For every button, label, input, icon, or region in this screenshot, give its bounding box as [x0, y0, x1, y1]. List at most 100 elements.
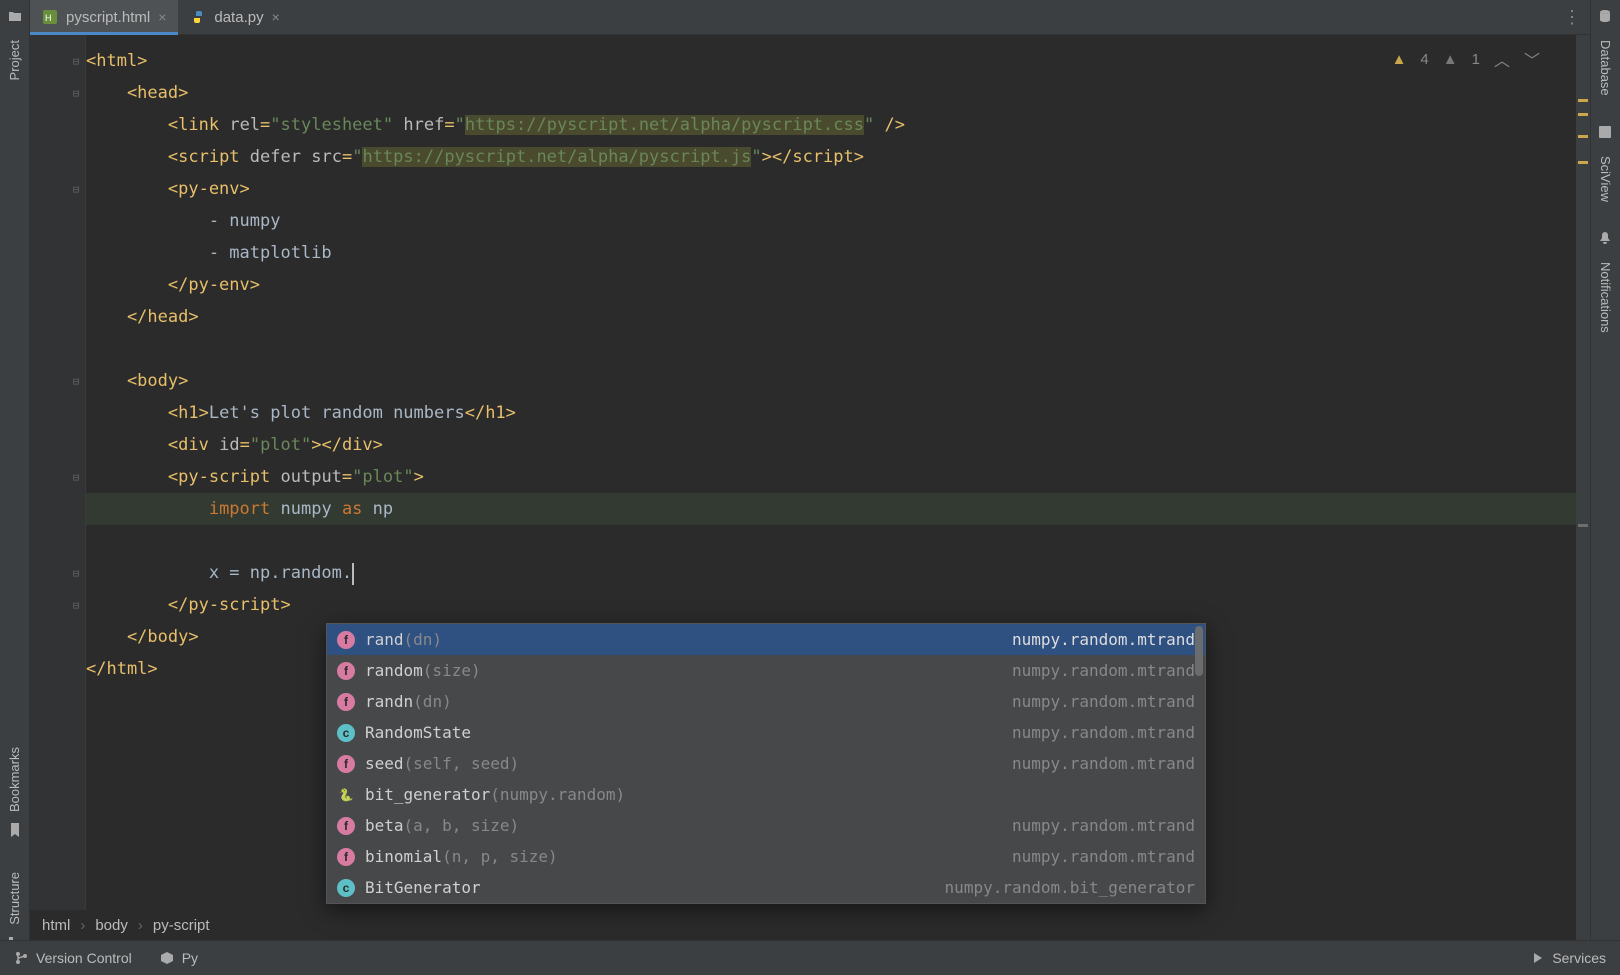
fold-toggle-icon[interactable]: ⊟	[70, 599, 82, 611]
code-line[interactable]: <py-env>	[86, 173, 1590, 205]
completion-kind-icon: f	[337, 848, 355, 866]
completion-params: (n, p, size)	[442, 847, 558, 866]
warning-marker[interactable]	[1578, 161, 1588, 164]
code-line[interactable]: x = np.random.	[86, 557, 1590, 589]
completion-item[interactable]: frandom(size) numpy.random.mtrand	[327, 655, 1205, 686]
fold-toggle-icon[interactable]: ⊟	[70, 87, 82, 99]
breadcrumbs[interactable]: html › body › py-script	[30, 910, 210, 940]
chevron-right-icon: ›	[138, 917, 143, 934]
completion-item[interactable]: frandn(dn)numpy.random.mtrand	[327, 686, 1205, 717]
html-file-icon: H	[42, 9, 58, 25]
completion-item[interactable]: cRandomStatenumpy.random.mtrand	[327, 717, 1205, 748]
completion-name: BitGenerator	[365, 878, 481, 897]
completion-hint: numpy.random.bit_generator	[945, 878, 1195, 897]
prev-highlight-icon[interactable]: ︿	[1494, 47, 1510, 71]
inspection-widget[interactable]: ▲ 4 ▲ 1 ︿ ﹀	[1392, 47, 1540, 71]
tab-pyscript-html[interactable]: H pyscript.html ×	[30, 0, 178, 34]
code-line[interactable]: <py-script output="plot">	[86, 461, 1590, 493]
code-line[interactable]: <body>	[86, 365, 1590, 397]
completion-params: (dn)	[413, 692, 452, 711]
python-file-icon	[190, 9, 206, 25]
code-line[interactable]: - matplotlib	[86, 237, 1590, 269]
code-line[interactable]: <link rel="stylesheet" href="https://pys…	[86, 109, 1590, 141]
fold-toggle-icon[interactable]: ⊟	[70, 55, 82, 67]
database-label: Database	[1598, 40, 1613, 96]
fold-toggle-icon[interactable]: ⊟	[70, 375, 82, 387]
completion-item[interactable]: frand(dn)numpy.random.mtrand	[327, 624, 1205, 655]
chevron-right-icon: ›	[80, 917, 85, 934]
code-line[interactable]: - numpy	[86, 205, 1590, 237]
python-packages-label: Py	[182, 950, 198, 966]
left-tool-rail: Project Bookmarks Structure	[0, 0, 30, 975]
fold-toggle-icon[interactable]: ⊟	[70, 183, 82, 195]
completion-kind-icon: 🐍	[337, 786, 355, 804]
code-line[interactable]: </py-script>	[86, 589, 1590, 621]
completion-name: rand	[365, 630, 404, 649]
completion-name: randn	[365, 692, 413, 711]
warning-count: 4	[1420, 51, 1428, 68]
notifications-label: Notifications	[1598, 262, 1613, 333]
code-line[interactable]: <head>	[86, 77, 1590, 109]
editor-scrollbar[interactable]	[1576, 35, 1590, 940]
fold-toggle-icon[interactable]: ⊟	[70, 471, 82, 483]
completion-item[interactable]: fbeta(a, b, size)numpy.random.mtrand	[327, 810, 1205, 841]
completion-hint: numpy.random.mtrand	[1012, 630, 1195, 649]
completion-kind-icon: c	[337, 724, 355, 742]
completion-kind-icon: f	[337, 662, 355, 680]
version-control-button[interactable]: Version Control	[14, 950, 132, 966]
warning-icon: ▲	[1392, 51, 1407, 68]
completion-hint: numpy.random.mtrand	[1012, 816, 1195, 835]
close-icon[interactable]: ×	[158, 9, 166, 25]
svg-text:H: H	[45, 13, 52, 23]
completion-item[interactable]: 🐍bit_generator (numpy.random)	[327, 779, 1205, 810]
code-line[interactable]: </py-env>	[86, 269, 1590, 301]
cursor-marker	[1578, 524, 1588, 527]
version-control-label: Version Control	[36, 950, 132, 966]
completion-name: random	[365, 661, 423, 680]
project-tool[interactable]: Project	[7, 8, 23, 90]
crumb[interactable]: py-script	[153, 917, 210, 934]
tabs-menu-icon[interactable]: ⋮	[1563, 7, 1582, 28]
completion-params: (self, seed)	[404, 754, 520, 773]
warning-marker[interactable]	[1578, 135, 1588, 138]
code-line[interactable]: <html>	[86, 45, 1590, 77]
completion-hint: numpy.random.mtrand	[1012, 661, 1195, 680]
notifications-tool[interactable]: Notifications	[1598, 230, 1614, 343]
tab-label: data.py	[214, 9, 263, 26]
completion-kind-icon: c	[337, 879, 355, 897]
sciview-tool[interactable]: SciView	[1598, 124, 1614, 212]
bookmark-icon	[7, 822, 23, 838]
right-tool-rail: Database SciView Notifications	[1590, 0, 1620, 975]
code-line[interactable]	[86, 525, 1590, 557]
warning-marker[interactable]	[1578, 113, 1588, 116]
code-line[interactable]: <h1>Let's plot random numbers</h1>	[86, 397, 1590, 429]
completion-kind-icon: f	[337, 693, 355, 711]
project-label: Project	[7, 40, 22, 80]
weak-warning-count: 1	[1472, 51, 1480, 68]
database-tool[interactable]: Database	[1598, 8, 1614, 106]
crumb[interactable]: body	[95, 917, 128, 934]
warning-marker[interactable]	[1578, 99, 1588, 102]
code-line[interactable]: <div id="plot"></div>	[86, 429, 1590, 461]
code-line[interactable]: import numpy as np	[86, 493, 1590, 525]
code-completion-popup[interactable]: frand(dn)numpy.random.mtrandfrandom(size…	[326, 623, 1206, 904]
code-line[interactable]	[86, 333, 1590, 365]
python-packages-button[interactable]: Py	[160, 950, 198, 966]
tab-label: pyscript.html	[66, 9, 150, 26]
completion-item[interactable]: fbinomial(n, p, size)numpy.random.mtrand	[327, 841, 1205, 872]
completion-item[interactable]: c BitGenerator numpy.random.bit_generator	[327, 872, 1205, 903]
tab-data-py[interactable]: data.py ×	[178, 0, 291, 34]
completion-params: (size)	[423, 661, 481, 680]
fold-toggle-icon[interactable]: ⊟	[70, 567, 82, 579]
completion-name: binomial	[365, 847, 442, 866]
code-line[interactable]: <script defer src="https://pyscript.net/…	[86, 141, 1590, 173]
completion-scrollbar[interactable]	[1195, 626, 1203, 676]
completion-item[interactable]: fseed(self, seed)numpy.random.mtrand	[327, 748, 1205, 779]
code-line[interactable]: </head>	[86, 301, 1590, 333]
crumb[interactable]: html	[42, 917, 70, 934]
next-highlight-icon[interactable]: ﹀	[1524, 47, 1540, 71]
services-button[interactable]: Services	[1530, 950, 1606, 966]
editor-tabs: H pyscript.html × data.py × ⋮	[30, 0, 1590, 35]
bookmarks-tool[interactable]: Bookmarks	[7, 737, 23, 844]
close-icon[interactable]: ×	[272, 9, 280, 25]
